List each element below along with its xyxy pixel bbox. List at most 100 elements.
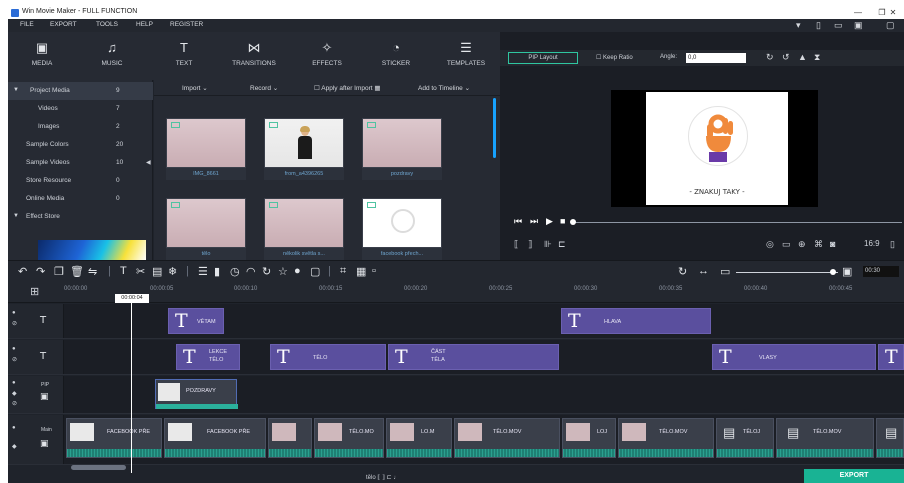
video-clip[interactable]: ▤ TĚLO.MOV (776, 418, 874, 458)
menu-export[interactable]: EXPORT (50, 21, 77, 28)
grid-view-icon[interactable]: ▦ (374, 85, 380, 92)
video-clip[interactable]: TĚLO.MOV (454, 418, 560, 458)
add-track-icon[interactable]: ⊞ (30, 285, 39, 298)
screen-icon[interactable]: ▢ (310, 265, 320, 278)
next-frame-icon[interactable]: ⏭ (530, 216, 538, 227)
video-clip[interactable]: ▤ (876, 418, 904, 458)
video-clip[interactable]: FACEBOOK PŘE (164, 418, 266, 458)
minimize-button[interactable]: — (846, 7, 870, 19)
library-item-project-media[interactable]: ▼ Project Media 9 (8, 82, 153, 100)
save-icon[interactable]: ▣ (854, 20, 863, 31)
media-thumbnail[interactable]: facebook přech... (362, 198, 442, 262)
collapse-panel-icon[interactable]: ◀ (146, 159, 151, 166)
zoom-value[interactable]: 00:30 (863, 266, 899, 277)
shop-icon[interactable]: ▢ (886, 20, 895, 31)
camera-icon[interactable]: ▭ (782, 239, 791, 250)
redo-icon[interactable]: ↷ (36, 265, 45, 278)
copy-icon[interactable]: ❐ (54, 265, 64, 278)
person-icon[interactable]: ● (294, 265, 301, 277)
tool-sticker[interactable]: ◔ STICKER (374, 32, 418, 80)
effect-store-banner[interactable] (38, 240, 146, 260)
media-thumbnail[interactable]: pozdravy (362, 118, 442, 182)
lock-icon[interactable]: ⊘ (12, 400, 17, 407)
lock-icon[interactable]: ⊘ (12, 320, 17, 327)
text-clip[interactable]: T LEKCE TĚLO (176, 344, 240, 370)
video-clip[interactable]: TĚLO.MO (314, 418, 384, 458)
media-thumbnail[interactable]: IMG_8661 (166, 118, 246, 182)
microphone-icon[interactable]: ⊕ (798, 239, 806, 250)
rotate-icon[interactable]: ↻ (262, 265, 271, 278)
audio-icon[interactable]: ▮ (214, 265, 220, 278)
previous-frame-icon[interactable]: ⏮ (514, 216, 522, 227)
menu-file[interactable]: FILE (20, 21, 34, 28)
tool-transitions[interactable]: ⋈ TRANSITIONS (226, 32, 282, 80)
media-scrollbar[interactable] (493, 98, 496, 158)
visibility-icon[interactable]: ● (12, 425, 16, 431)
replace-icon[interactable]: ⇋ (88, 265, 97, 278)
rotate-left-icon[interactable]: ↺ (782, 52, 790, 63)
aspect-ratio-button[interactable]: 16:9 (864, 239, 880, 248)
rotate-right-icon[interactable]: ↻ (766, 52, 774, 63)
visibility-icon[interactable]: ● (12, 310, 16, 316)
export-button[interactable]: EXPORT (804, 469, 904, 483)
color-icon[interactable]: ◎ (766, 239, 774, 250)
visibility-icon[interactable]: ● (12, 380, 16, 386)
crop-icon[interactable]: ▤ (152, 265, 162, 278)
record-button[interactable]: Record ⌄ (250, 84, 278, 92)
timeline-ruler[interactable]: ⊞ 00:00:00 00:00:05 00:00:10 00:00:15 00… (8, 282, 904, 303)
text-tool-icon[interactable]: T (120, 265, 127, 277)
seek-bar[interactable] (572, 222, 902, 223)
import-button[interactable]: Import ⌄ (182, 84, 208, 92)
refresh-icon[interactable]: ↻ (678, 265, 687, 278)
video-clip[interactable]: TĚLO.MOV (618, 418, 714, 458)
stop-icon[interactable]: ■ (560, 216, 565, 226)
media-thumbnail[interactable]: from_a4396265 (264, 118, 344, 182)
text-clip[interactable]: T (878, 344, 904, 370)
seek-handle[interactable] (570, 219, 576, 225)
text-clip[interactable]: T HLAVA (561, 308, 711, 334)
apply-after-import-checkbox[interactable]: ☐ Apply after Import ▦ (314, 84, 381, 92)
fit-icon[interactable]: ↔ (698, 265, 709, 277)
tool-music[interactable]: ♫ MUSIC (92, 32, 132, 80)
text-clip[interactable]: T TĚLO (270, 344, 386, 370)
playhead-time[interactable]: 00:00:04 (115, 294, 149, 303)
tool-media[interactable]: ▣ MEDIA (22, 32, 62, 80)
video-clip[interactable]: LOJ (562, 418, 616, 458)
add-to-timeline-button[interactable]: Add to Timeline ⌄ (418, 84, 470, 92)
zoom-slider[interactable] (736, 272, 838, 273)
split-icon[interactable]: ⊪ (544, 239, 552, 250)
library-item-videos[interactable]: Videos 7 (8, 100, 153, 118)
cart-icon[interactable]: ▾ (796, 20, 801, 31)
cut-icon[interactable]: ✂ (136, 265, 145, 278)
undo-icon[interactable]: ↶ (18, 265, 27, 278)
video-clip[interactable]: LO.M (386, 418, 452, 458)
zoom-out-icon[interactable]: ▭ (720, 265, 730, 278)
preview-video[interactable]: - ZNAKUJ TAKY - (611, 90, 818, 207)
delete-icon[interactable]: 🗑 (70, 265, 84, 278)
text-clip[interactable]: T VĚTAM (168, 308, 224, 334)
menu-tools[interactable]: TOOLS (96, 21, 118, 28)
media-thumbnail[interactable]: několik světla s... (264, 198, 344, 262)
screenshot-icon[interactable]: ◙ (830, 239, 835, 249)
angle-input[interactable]: 0,0 (686, 53, 746, 63)
freeze-icon[interactable]: ❄ (168, 265, 177, 278)
keep-ratio-checkbox[interactable]: ☐ Keep Ratio (596, 54, 633, 61)
menu-help[interactable]: HELP (136, 21, 153, 28)
mark-in-icon[interactable]: ⟦ (514, 239, 518, 250)
library-item-effect-store[interactable]: ▼ Effect Store (8, 208, 153, 226)
new-file-icon[interactable]: ▯ (816, 20, 821, 31)
timeline-horizontal-scrollbar[interactable] (71, 465, 126, 470)
zoom-handle[interactable] (830, 269, 836, 275)
video-clip[interactable] (268, 418, 312, 458)
playhead-line[interactable] (131, 303, 132, 473)
flip-vertical-icon[interactable]: ▲ (798, 52, 807, 62)
play-icon[interactable]: ▶ (546, 216, 553, 227)
video-clip[interactable]: ▤ TĚLOJ (716, 418, 774, 458)
open-folder-icon[interactable]: ▭ (834, 20, 843, 31)
audio-toggle-icon[interactable]: ◆ (12, 390, 17, 397)
library-item-sample-colors[interactable]: Sample Colors 20 (8, 136, 153, 154)
mark-out-icon[interactable]: ⟧ (528, 239, 532, 250)
audio-toggle-icon[interactable]: ◆ (12, 443, 17, 450)
speed-icon[interactable]: ◷ (230, 265, 240, 278)
record-voice-icon[interactable]: ▫ (372, 265, 376, 277)
